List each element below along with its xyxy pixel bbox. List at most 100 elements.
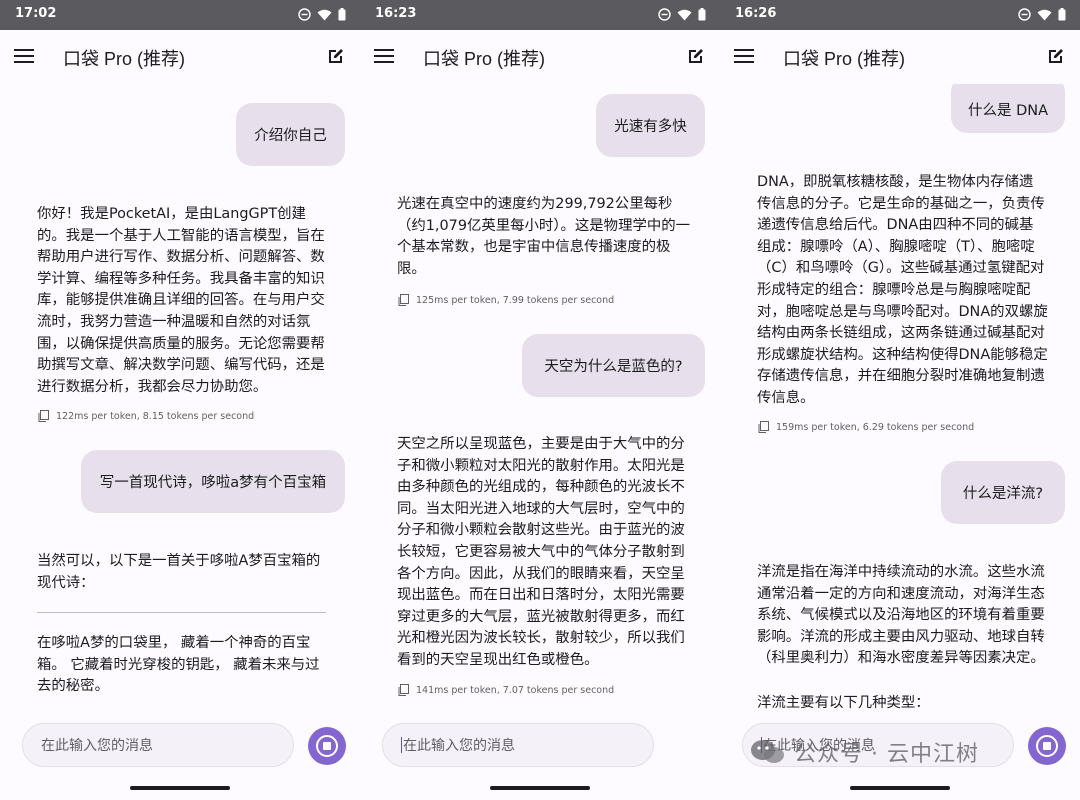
stop-button[interactable] — [1028, 727, 1066, 765]
copy-icon[interactable] — [757, 421, 769, 433]
token-stats-text: 141ms per token, 7.07 tokens per second — [416, 684, 615, 696]
message-input[interactable]: 在此输入您的消息 — [22, 723, 294, 767]
text-line: 当然可以，以下是一首关于哆啦A梦百宝箱的 — [37, 553, 321, 569]
assistant-message: 光速在真空中的速度约为299,792公里每秒 （约1,079亿英里每小时）。这是… — [397, 194, 693, 280]
text-cursor — [401, 737, 402, 753]
gesture-nav-bar — [360, 778, 720, 800]
text-line: 助撰写文章、解决数学问题、编写代码，还是 — [37, 357, 325, 374]
text-line: 天空之所以呈现蓝色，主要是由于大气中的分 — [397, 436, 685, 452]
copy-icon[interactable] — [397, 684, 409, 696]
assistant-message: 洋流是指在海洋中持续流动的水流。这些水流 通常沿着一定的方向和速度流动，对海洋生… — [757, 562, 1053, 670]
phone-screen-1: 17:02 口袋 Pro (推荐) 介绍你自己 你好！我是PocketAI，是由… — [0, 0, 360, 800]
input-placeholder: 在此输入您的消息 — [41, 738, 153, 754]
text-line: 箱。 它藏着时光穿梭的钥匙， 藏着未来与过 — [37, 656, 320, 673]
battery-icon — [698, 8, 706, 21]
new-chat-edit-icon[interactable] — [1046, 46, 1066, 66]
user-message: 什么是洋流? — [941, 461, 1065, 524]
assistant-message: DNA，即脱氧核糖核酸，是生物体内存储遗 传信息的分子。它是生命的基础之一，负责… — [757, 172, 1053, 410]
user-message: 写一首现代诗，哆啦a梦有个百宝箱 — [81, 450, 345, 513]
text-line: 帮助用户进行写作、数据分析、问题解答、数 — [37, 249, 325, 266]
status-time: 16:23 — [375, 6, 417, 21]
text-line: 限。 — [397, 260, 426, 277]
text-line: 洋流是指在海洋中持续流动的水流。这些水流 — [757, 564, 1045, 580]
home-indicator[interactable] — [130, 786, 230, 790]
phone-screen-3: 16:26 口袋 Pro (推荐) 什么是 DNA DNA，即脱氧核糖核酸，是生… — [720, 0, 1080, 800]
text-line: 光速在真空中的速度约为299,792公里每秒 — [397, 196, 673, 212]
app-bar: 口袋 Pro (推荐) — [720, 30, 1080, 84]
text-line: 围，以确保提供高质量的服务。无论您需要帮 — [37, 335, 325, 352]
text-line: 系统、气候模式以及沿海地区的环境有着重要 — [757, 607, 1045, 624]
screens-container: 17:02 口袋 Pro (推荐) 介绍你自己 你好！我是PocketAI，是由… — [0, 0, 1080, 800]
text-line: 由多种颜色的光组成的，每种颜色的光波长不 — [397, 479, 685, 496]
assistant-message: 洋流主要有以下几种类型： — [757, 693, 1053, 710]
text-line: 穿过更多的大气层，蓝光被散射得更多，而红 — [397, 608, 685, 625]
menu-icon[interactable] — [374, 47, 394, 65]
status-bar: 17:02 — [0, 0, 360, 30]
token-stats-text: 159ms per token, 6.29 tokens per second — [776, 421, 975, 433]
stop-button[interactable] — [308, 727, 346, 765]
status-bar: 16:26 — [720, 0, 1080, 30]
app-title: 口袋 Pro (推荐) — [423, 49, 546, 69]
user-message: 光速有多快 — [596, 94, 705, 157]
status-icons — [298, 8, 346, 21]
text-line: 流时，我努力营造一种温暖和自然的对话氛 — [37, 313, 311, 330]
watermark-text: 公众号 · 云中江树 — [794, 742, 979, 767]
watermark: 公众号 · 云中江树 — [748, 736, 979, 768]
text-line: 形成螺旋状结构。这种结构使得DNA能够稳定 — [757, 346, 1048, 363]
text-line: 传信息的分子。它是生命的基础之一，负责传 — [757, 195, 1045, 212]
token-stats: 122ms per token, 8.15 tokens per second — [37, 410, 254, 422]
text-line: 对，胞嘧啶总是与鸟嘌呤配对。DNA的双螺旋 — [757, 303, 1048, 320]
gesture-nav-bar — [0, 778, 360, 800]
chat-area[interactable]: 什么是 DNA DNA，即脱氧核糖核酸，是生物体内存储遗 传信息的分子。它是生命… — [720, 84, 1080, 710]
wifi-icon — [317, 9, 332, 20]
new-chat-edit-icon[interactable] — [686, 46, 706, 66]
text-line: 你好！我是PocketAI，是由LangGPT创建 — [37, 206, 306, 222]
assistant-message: 天空之所以呈现蓝色，主要是由于大气中的分 子和微小颗粒对太阳光的散射作用。太阳光… — [397, 434, 693, 672]
input-bar: 在此输入您的消息 — [0, 710, 360, 778]
status-icons — [658, 8, 706, 21]
chat-area[interactable]: 光速有多快 光速在真空中的速度约为299,792公里每秒 （约1,079亿英里每… — [360, 84, 720, 710]
text-line: 现代诗： — [37, 574, 95, 591]
menu-icon[interactable] — [734, 47, 754, 65]
text-line: 学计算、编程等多种任务。我具备丰富的知识 — [37, 270, 325, 287]
menu-icon[interactable] — [14, 47, 34, 65]
text-line: （约1,079亿英里每小时）。这是物理学中的一 — [397, 217, 691, 234]
token-stats-text: 122ms per token, 8.15 tokens per second — [56, 410, 255, 422]
text-line: （C）和鸟嘌呤（G）。这些碱基通过氢键配对 — [757, 260, 1045, 277]
text-line: 现出蓝色。而在日出和日落时分，太阳光需要 — [397, 587, 685, 604]
new-chat-edit-icon[interactable] — [326, 46, 346, 66]
app-bar: 口袋 Pro (推荐) — [0, 30, 360, 84]
text-line: 同。当太阳光进入地球的大气层时，空气中的 — [397, 500, 685, 517]
text-line: 分子和微小颗粒会散射这些光。由于蓝光的波 — [397, 522, 685, 539]
app-bar: 口袋 Pro (推荐) — [360, 30, 720, 84]
phone-screen-2: 16:23 口袋 Pro (推荐) 光速有多快 光速在真空中的速度约为299,7… — [360, 0, 720, 800]
text-line: 长较短，它更容易被大气中的气体分子散射到 — [397, 543, 685, 560]
text-line: DNA，即脱氧核糖核酸，是生物体内存储遗 — [757, 174, 1034, 190]
text-line: 进行数据分析，我都会尽力协助您。 — [37, 378, 268, 395]
assistant-message: 在哆啦A梦的口袋里， 藏着一个神奇的百宝 箱。 它藏着时光穿梭的钥匙， 藏着未来… — [37, 633, 333, 698]
home-indicator[interactable] — [490, 786, 590, 790]
text-line: 递遗传信息给后代。DNA由四种不同的碱基 — [757, 217, 1034, 234]
assistant-message: 你好！我是PocketAI，是由LangGPT创建 的。我是一个基于人工智能的语… — [37, 204, 333, 398]
message-input[interactable]: 在此输入您的消息 — [382, 723, 654, 767]
text-line: 形成特定的组合：腺嘌呤总是与胸腺嘧啶配 — [757, 281, 1031, 298]
app-title: 口袋 Pro (推荐) — [783, 49, 906, 69]
text-line: 组成：腺嘌呤（A）、胸腺嘧啶（T）、胞嘧啶 — [757, 238, 1035, 255]
token-stats-text: 125ms per token, 7.99 tokens per second — [416, 294, 615, 306]
text-line: 的。我是一个基于人工智能的语言模型，旨在 — [37, 227, 325, 244]
text-line: 通常沿着一定的方向和速度流动，对海洋生态 — [757, 585, 1045, 602]
dnd-icon — [298, 8, 311, 21]
text-line: 看到的天空呈现出红色或橙色。 — [397, 651, 599, 668]
status-bar: 16:23 — [360, 0, 720, 30]
battery-icon — [1058, 8, 1066, 21]
text-line: 库，能够提供准确且详细的回答。在与用户交 — [37, 292, 325, 309]
token-stats: 141ms per token, 7.07 tokens per second — [397, 684, 614, 696]
copy-icon[interactable] — [37, 410, 49, 422]
text-line: （科里奥利力）和海水密度差异等因素决定。 — [757, 650, 1045, 667]
text-line: 个基本常数，也是宇宙中信息传播速度的极 — [397, 239, 671, 256]
text-line: 传信息。 — [757, 389, 815, 406]
token-stats: 125ms per token, 7.99 tokens per second — [397, 294, 614, 306]
copy-icon[interactable] — [397, 294, 409, 306]
home-indicator[interactable] — [850, 786, 950, 790]
chat-area[interactable]: 介绍你自己 你好！我是PocketAI，是由LangGPT创建 的。我是一个基于… — [0, 84, 360, 710]
